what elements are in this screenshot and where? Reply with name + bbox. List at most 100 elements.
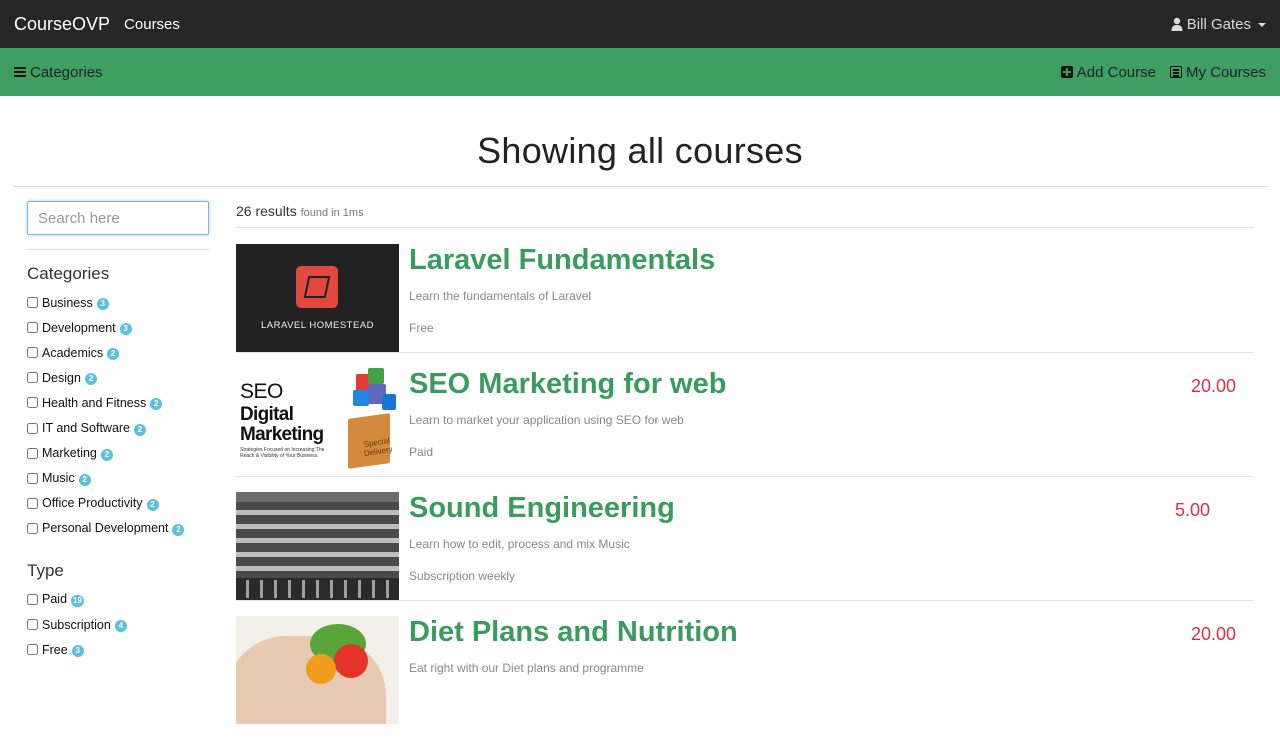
course-thumbnail[interactable]: SEO Digital Marketing Strategies Focused… — [236, 368, 399, 476]
orange-image — [306, 654, 336, 684]
type-checkbox[interactable] — [27, 644, 38, 656]
category-label: Office Productivity — [42, 496, 143, 511]
type-label: Subscription — [42, 617, 111, 632]
count-badge: 2 — [78, 473, 91, 486]
category-checkbox[interactable] — [27, 497, 38, 509]
add-course-button[interactable]: Add Course — [1060, 63, 1156, 81]
social-icon — [368, 368, 384, 384]
course-card: Diet Plans and Nutrition Eat right with … — [236, 616, 1254, 724]
course-title-link[interactable]: Laravel Fundamentals — [409, 244, 715, 276]
my-courses-button[interactable]: My Courses — [1169, 64, 1266, 81]
course-title-link[interactable]: Diet Plans and Nutrition — [409, 616, 738, 648]
type-label: Free — [42, 642, 68, 657]
type-filter-item[interactable]: Subscription 4 — [27, 612, 210, 637]
categories-facet-list: Business 3 Development 3 Academics 2 Design… — [27, 290, 210, 541]
course-type: Free — [409, 321, 434, 335]
category-label: Marketing — [42, 446, 97, 461]
course-card: Sound Engineering Learn how to edit, pro… — [236, 492, 1254, 601]
course-card: LARAVEL HOMESTEAD Laravel Fundamentals L… — [236, 244, 1254, 353]
social-icon — [353, 390, 369, 406]
category-checkbox[interactable] — [27, 472, 38, 484]
results-timing: found in 1ms — [300, 207, 364, 219]
sidebar-divider — [26, 249, 210, 250]
category-filter-item[interactable]: Office Productivity 2 — [27, 491, 210, 516]
course-title-link[interactable]: SEO Marketing for web — [409, 368, 726, 400]
category-label: Music — [42, 471, 75, 486]
mixing-console-image — [236, 492, 399, 600]
count-badge: 3 — [71, 645, 84, 658]
thumbnail-caption: Strategies Focused on Increasing The Rea… — [240, 447, 325, 459]
results-divider — [236, 227, 1254, 228]
category-checkbox[interactable] — [27, 347, 38, 359]
category-label: IT and Software — [42, 421, 131, 436]
user-menu[interactable]: Bill Gates — [1171, 16, 1266, 33]
course-thumbnail[interactable]: LARAVEL HOMESTEAD — [236, 244, 399, 352]
categories-facet-title: Categories — [27, 264, 110, 283]
list-icon — [1169, 66, 1182, 78]
category-checkbox[interactable] — [27, 297, 38, 309]
category-label: Development — [42, 320, 116, 335]
category-filter-item[interactable]: Design 2 — [27, 365, 210, 390]
category-filter-item[interactable]: Music 2 — [27, 466, 210, 491]
count-badge: 19 — [71, 594, 84, 607]
type-checkbox[interactable] — [27, 619, 38, 631]
category-checkbox[interactable] — [27, 447, 38, 459]
course-description: Learn how to edit, process and mix Music — [409, 537, 630, 551]
top-navbar: CourseOVP Courses Bill Gates — [0, 0, 1280, 48]
type-facet-title: Type — [27, 560, 64, 580]
count-badge: 2 — [150, 398, 163, 411]
count-badge: 2 — [172, 523, 185, 536]
course-description: Learn the fundamentals of Laravel — [409, 289, 592, 303]
category-label: Design — [42, 370, 81, 385]
course-card: SEO Digital Marketing Strategies Focused… — [236, 368, 1254, 477]
brand-logo[interactable]: CourseOVP — [14, 14, 110, 35]
sub-navbar: Categories Add Course My Courses — [0, 48, 1280, 96]
category-filter-item[interactable]: Marketing 2 — [27, 441, 210, 466]
count-badge: 3 — [119, 323, 132, 336]
category-filter-item[interactable]: Development 3 — [27, 315, 210, 340]
count-badge: 2 — [100, 448, 113, 461]
count-badge: 4 — [114, 620, 127, 633]
count-badge: 2 — [146, 498, 159, 511]
count-badge: 3 — [96, 298, 109, 311]
category-checkbox[interactable] — [27, 522, 38, 534]
thumbnail-caption: Digital — [240, 404, 294, 425]
type-filter-item[interactable]: Paid 19 — [27, 587, 210, 612]
category-filter-item[interactable]: Academics 2 — [27, 340, 210, 365]
course-thumbnail[interactable] — [236, 492, 399, 600]
user-icon — [1171, 17, 1183, 31]
category-filter-item[interactable]: IT and Software 2 — [27, 415, 210, 440]
type-facet-list: Paid 19 Subscription 4 Free 3 — [27, 587, 210, 662]
category-label: Personal Development — [42, 521, 169, 536]
category-filter-item[interactable]: Business 3 — [27, 290, 210, 315]
search-input[interactable] — [27, 201, 209, 235]
course-title-link[interactable]: Sound Engineering — [409, 492, 675, 524]
type-checkbox[interactable] — [27, 593, 38, 605]
type-filter-item[interactable]: Free 3 — [27, 637, 210, 662]
category-label: Health and Fitness — [42, 395, 147, 410]
course-thumbnail[interactable] — [236, 616, 399, 724]
course-type: Subscription weekly — [409, 569, 516, 583]
category-filter-item[interactable]: Health and Fitness 2 — [27, 390, 210, 415]
bars-icon — [14, 67, 26, 77]
count-badge: 2 — [84, 373, 97, 386]
count-badge: 2 — [107, 348, 120, 361]
user-name: Bill Gates — [1186, 15, 1251, 33]
category-filter-item[interactable]: Personal Development 2 — [27, 516, 210, 541]
category-checkbox[interactable] — [27, 372, 38, 384]
category-checkbox[interactable] — [27, 322, 38, 334]
course-price: 5.00 — [1174, 500, 1210, 520]
filters-sidebar: Categories Business3 Development3 Academ… — [0, 187, 210, 739]
categories-menu-button[interactable]: Categories — [14, 64, 103, 81]
category-checkbox[interactable] — [27, 422, 38, 434]
results-summary: 26 results found in 1ms — [236, 203, 1254, 227]
plus-square-icon — [1060, 66, 1073, 78]
category-checkbox[interactable] — [27, 397, 38, 409]
thumbnail-caption: Marketing — [240, 424, 324, 445]
page-title: Showing all courses — [477, 130, 803, 171]
courses-nav-link[interactable]: Courses — [124, 16, 180, 33]
thumbnail-caption: LARAVEL HOMESTEAD — [260, 320, 375, 331]
add-course-label: Add Course — [1076, 63, 1156, 81]
laravel-logo-icon — [296, 266, 338, 308]
course-price: 20.00 — [1190, 624, 1236, 644]
